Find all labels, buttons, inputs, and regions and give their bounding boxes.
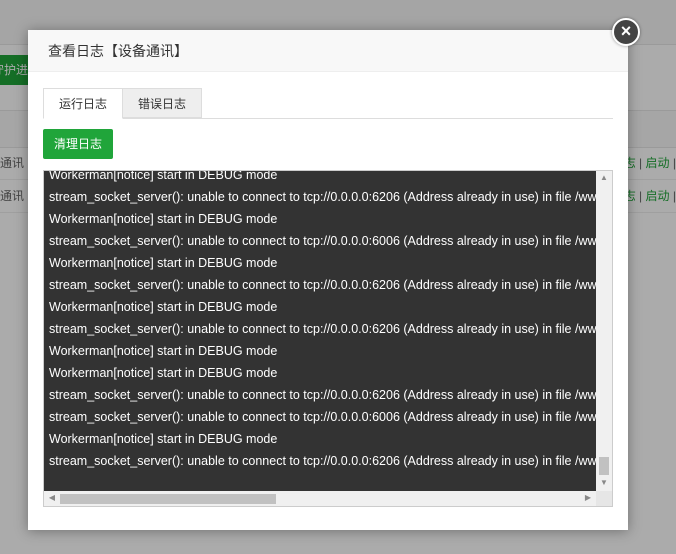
log-line: stream_socket_server(): unable to connec…	[49, 410, 596, 424]
scrollbar-corner	[596, 491, 612, 506]
horizontal-scroll-thumb[interactable]	[60, 494, 276, 504]
scroll-left-icon[interactable]: ◀	[46, 493, 58, 503]
log-line: Workerman[notice] start in DEBUG mode	[49, 256, 278, 270]
vertical-scrollbar[interactable]: ▲ ▼	[596, 171, 612, 491]
log-line: stream_socket_server(): unable to connec…	[49, 234, 596, 248]
log-panel: Workerman[notice] start in DEBUG mode str…	[43, 170, 613, 507]
clear-log-button[interactable]: 清理日志	[43, 129, 113, 159]
log-line: Workerman[notice] start in DEBUG mode	[49, 344, 278, 358]
log-line: stream_socket_server(): unable to connec…	[49, 190, 596, 204]
log-line: Workerman[notice] start in DEBUG mode	[49, 300, 278, 314]
close-icon[interactable]: ×	[612, 18, 640, 46]
scroll-up-icon[interactable]: ▲	[598, 173, 610, 183]
log-dialog: 查看日志【设备通讯】 运行日志 错误日志 清理日志 Workerman[noti…	[28, 30, 628, 530]
tab-error-log[interactable]: 错误日志	[123, 88, 202, 118]
log-line: Workerman[notice] start in DEBUG mode	[49, 171, 278, 182]
log-tabs: 运行日志 错误日志	[43, 88, 613, 119]
log-line: stream_socket_server(): unable to connec…	[49, 322, 596, 336]
log-line: stream_socket_server(): unable to connec…	[49, 278, 596, 292]
vertical-scroll-thumb[interactable]	[599, 457, 609, 475]
log-line: Workerman[notice] start in DEBUG mode	[49, 366, 278, 380]
scroll-down-icon[interactable]: ▼	[598, 478, 610, 488]
log-line: Workerman[notice] start in DEBUG mode	[49, 432, 278, 446]
log-lines: Workerman[notice] start in DEBUG mode str…	[49, 171, 596, 472]
log-content[interactable]: Workerman[notice] start in DEBUG mode str…	[44, 171, 596, 491]
log-line: Workerman[notice] start in DEBUG mode	[49, 212, 278, 226]
dialog-title: 查看日志【设备通讯】	[28, 30, 628, 72]
scroll-right-icon[interactable]: ▶	[582, 493, 594, 503]
tab-run-log[interactable]: 运行日志	[43, 88, 123, 119]
log-line: stream_socket_server(): unable to connec…	[49, 388, 596, 402]
log-line: stream_socket_server(): unable to connec…	[49, 454, 596, 468]
horizontal-scrollbar[interactable]: ◀ ▶	[44, 491, 596, 506]
